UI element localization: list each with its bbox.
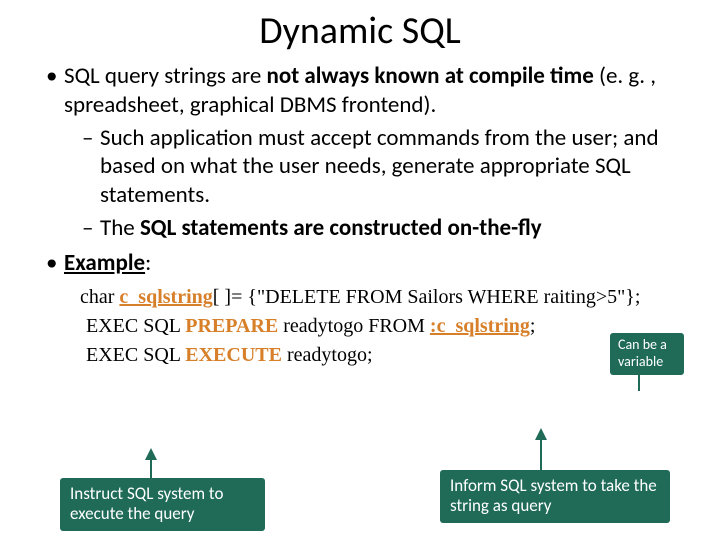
arrow-up-icon bbox=[145, 448, 157, 460]
bullet-item-example: Example: bbox=[46, 249, 692, 278]
code-var: c_sqlstring bbox=[119, 286, 212, 308]
bullet-list: SQL query strings are not always known a… bbox=[28, 62, 692, 277]
slide: Dynamic SQL SQL query strings are not al… bbox=[0, 0, 720, 540]
code-text: readytogo FROM bbox=[278, 315, 430, 337]
sub-item: The SQL statements are constructed on-th… bbox=[82, 214, 692, 243]
slide-title: Dynamic SQL bbox=[0, 0, 720, 54]
code-keyword: EXECUTE bbox=[185, 344, 282, 366]
code-text: [ ]= {"DELETE FROM Sailors WHERE raiting… bbox=[213, 286, 641, 308]
code-line: EXEC SQL PREPARE readytogo FROM :c_sqlst… bbox=[80, 312, 692, 341]
text: The bbox=[100, 214, 140, 242]
text-bold: not always known at compile time bbox=[267, 62, 594, 90]
text: SQL query strings are bbox=[64, 62, 267, 90]
callout-instruct: Instruct SQL system to execute the query bbox=[60, 478, 265, 531]
callout-text: Can be a variable bbox=[618, 336, 667, 370]
callout-text: Inform SQL system to take the string as … bbox=[450, 475, 657, 516]
code-text: readytogo; bbox=[282, 344, 373, 366]
slide-body: SQL query strings are not always known a… bbox=[0, 54, 720, 370]
callout-variable: Can be a variable bbox=[610, 333, 684, 375]
connector-line bbox=[638, 371, 640, 391]
arrow-up-icon bbox=[535, 428, 547, 440]
code-text: char bbox=[80, 286, 119, 308]
sub-item: Such application must accept commands fr… bbox=[82, 124, 692, 210]
callout-inform: Inform SQL system to take the string as … bbox=[440, 470, 670, 523]
example-label: Example bbox=[64, 249, 145, 277]
code-line: EXEC SQL EXECUTE readytogo; bbox=[80, 341, 692, 370]
text-bold: SQL statements are constructed on-the-fl… bbox=[140, 214, 542, 242]
code-keyword: PREPARE bbox=[185, 315, 278, 337]
code-var: :c_sqlstring bbox=[430, 315, 530, 337]
code-line: char c_sqlstring[ ]= {"DELETE FROM Sailo… bbox=[80, 283, 692, 312]
connector-line bbox=[540, 438, 542, 470]
callout-text: Instruct SQL system to execute the query bbox=[70, 483, 223, 524]
connector-line bbox=[150, 458, 152, 478]
code-block: char c_sqlstring[ ]= {"DELETE FROM Sailo… bbox=[28, 283, 692, 370]
bullet-item: SQL query strings are not always known a… bbox=[46, 62, 692, 243]
sub-list: Such application must accept commands fr… bbox=[64, 124, 692, 243]
code-text: EXEC SQL bbox=[86, 315, 185, 337]
code-text: ; bbox=[530, 315, 536, 337]
code-text: EXEC SQL bbox=[86, 344, 185, 366]
text: : bbox=[145, 249, 151, 277]
